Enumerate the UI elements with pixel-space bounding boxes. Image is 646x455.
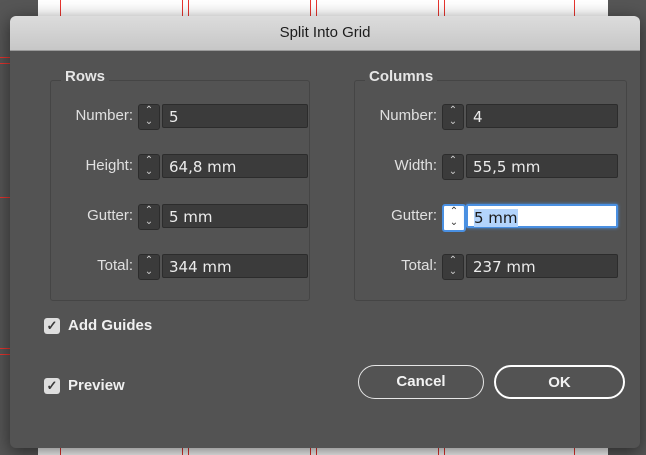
columns-gutter-input[interactable]: 5 mm	[466, 204, 618, 228]
chevron-up-icon[interactable]: ⌃	[139, 105, 159, 116]
columns-gutter-row: Gutter: ⌃ ⌄ 5 mm	[355, 202, 626, 232]
rows-number-label: Number:	[75, 107, 133, 124]
split-into-grid-dialog: Split Into Grid Rows Number: ⌃ ⌄ 5 Heigh…	[10, 16, 640, 448]
columns-group: Columns Number: ⌃ ⌄ 4 Width: ⌃ ⌄ 55,5 mm	[354, 68, 627, 301]
chevron-up-icon[interactable]: ⌃	[444, 206, 464, 217]
chevron-up-icon[interactable]: ⌃	[139, 205, 159, 216]
columns-gutter-label: Gutter:	[391, 207, 437, 224]
columns-number-row: Number: ⌃ ⌄ 4	[355, 102, 626, 130]
columns-gutter-stepper[interactable]: ⌃ ⌄	[442, 204, 466, 232]
cancel-button[interactable]: Cancel	[358, 365, 484, 399]
chevron-down-icon[interactable]: ⌄	[443, 166, 463, 177]
columns-width-label: Width:	[394, 157, 437, 174]
rows-gutter-row: Gutter: ⌃ ⌄ 5 mm	[51, 202, 309, 230]
rows-height-stepper[interactable]: ⌃ ⌄	[138, 154, 160, 180]
ok-button[interactable]: OK	[494, 365, 625, 399]
columns-number-stepper[interactable]: ⌃ ⌄	[442, 104, 464, 130]
chevron-up-icon[interactable]: ⌃	[443, 255, 463, 266]
columns-number-input[interactable]: 4	[466, 104, 618, 128]
rows-total-row: Total: ⌃ ⌄ 344 mm	[51, 252, 309, 280]
rows-height-input[interactable]: 64,8 mm	[162, 154, 308, 178]
chevron-up-icon[interactable]: ⌃	[139, 155, 159, 166]
rows-gutter-input[interactable]: 5 mm	[162, 204, 308, 228]
rows-gutter-stepper[interactable]: ⌃ ⌄	[138, 204, 160, 230]
rows-height-row: Height: ⌃ ⌄ 64,8 mm	[51, 152, 309, 180]
rows-gutter-label: Gutter:	[87, 207, 133, 224]
columns-width-row: Width: ⌃ ⌄ 55,5 mm	[355, 152, 626, 180]
add-guides-label[interactable]: Add Guides	[68, 317, 152, 334]
chevron-up-icon[interactable]: ⌃	[443, 105, 463, 116]
selected-text: 5 mm	[474, 209, 518, 227]
chevron-down-icon[interactable]: ⌄	[443, 116, 463, 127]
checkmark-icon: ✓	[46, 318, 58, 333]
columns-width-input[interactable]: 55,5 mm	[466, 154, 618, 178]
chevron-down-icon[interactable]: ⌄	[139, 266, 159, 277]
columns-total-input[interactable]: 237 mm	[466, 254, 618, 278]
rows-number-row: Number: ⌃ ⌄ 5	[51, 102, 309, 130]
columns-group-title: Columns	[365, 68, 438, 85]
add-guides-checkbox[interactable]: ✓	[44, 318, 60, 334]
rows-group-title: Rows	[61, 68, 110, 85]
rows-total-label: Total:	[97, 257, 133, 274]
rows-total-input[interactable]: 344 mm	[162, 254, 308, 278]
chevron-up-icon[interactable]: ⌃	[139, 255, 159, 266]
dialog-title: Split Into Grid	[10, 16, 640, 51]
preview-label[interactable]: Preview	[68, 377, 125, 394]
columns-total-stepper[interactable]: ⌃ ⌄	[442, 254, 464, 280]
chevron-up-icon[interactable]: ⌃	[443, 155, 463, 166]
columns-width-stepper[interactable]: ⌃ ⌄	[442, 154, 464, 180]
rows-height-label: Height:	[85, 157, 133, 174]
rows-group: Rows Number: ⌃ ⌄ 5 Height: ⌃ ⌄ 64,8 mm G…	[50, 68, 310, 301]
rows-total-stepper[interactable]: ⌃ ⌄	[138, 254, 160, 280]
chevron-down-icon[interactable]: ⌄	[443, 266, 463, 277]
preview-checkbox[interactable]: ✓	[44, 378, 60, 394]
rows-number-stepper[interactable]: ⌃ ⌄	[138, 104, 160, 130]
columns-total-row: Total: ⌃ ⌄ 237 mm	[355, 252, 626, 280]
columns-total-label: Total:	[401, 257, 437, 274]
chevron-down-icon[interactable]: ⌄	[139, 116, 159, 127]
chevron-down-icon[interactable]: ⌄	[444, 217, 464, 228]
columns-number-label: Number:	[379, 107, 437, 124]
rows-number-input[interactable]: 5	[162, 104, 308, 128]
chevron-down-icon[interactable]: ⌄	[139, 166, 159, 177]
chevron-down-icon[interactable]: ⌄	[139, 216, 159, 227]
checkmark-icon: ✓	[46, 378, 58, 393]
